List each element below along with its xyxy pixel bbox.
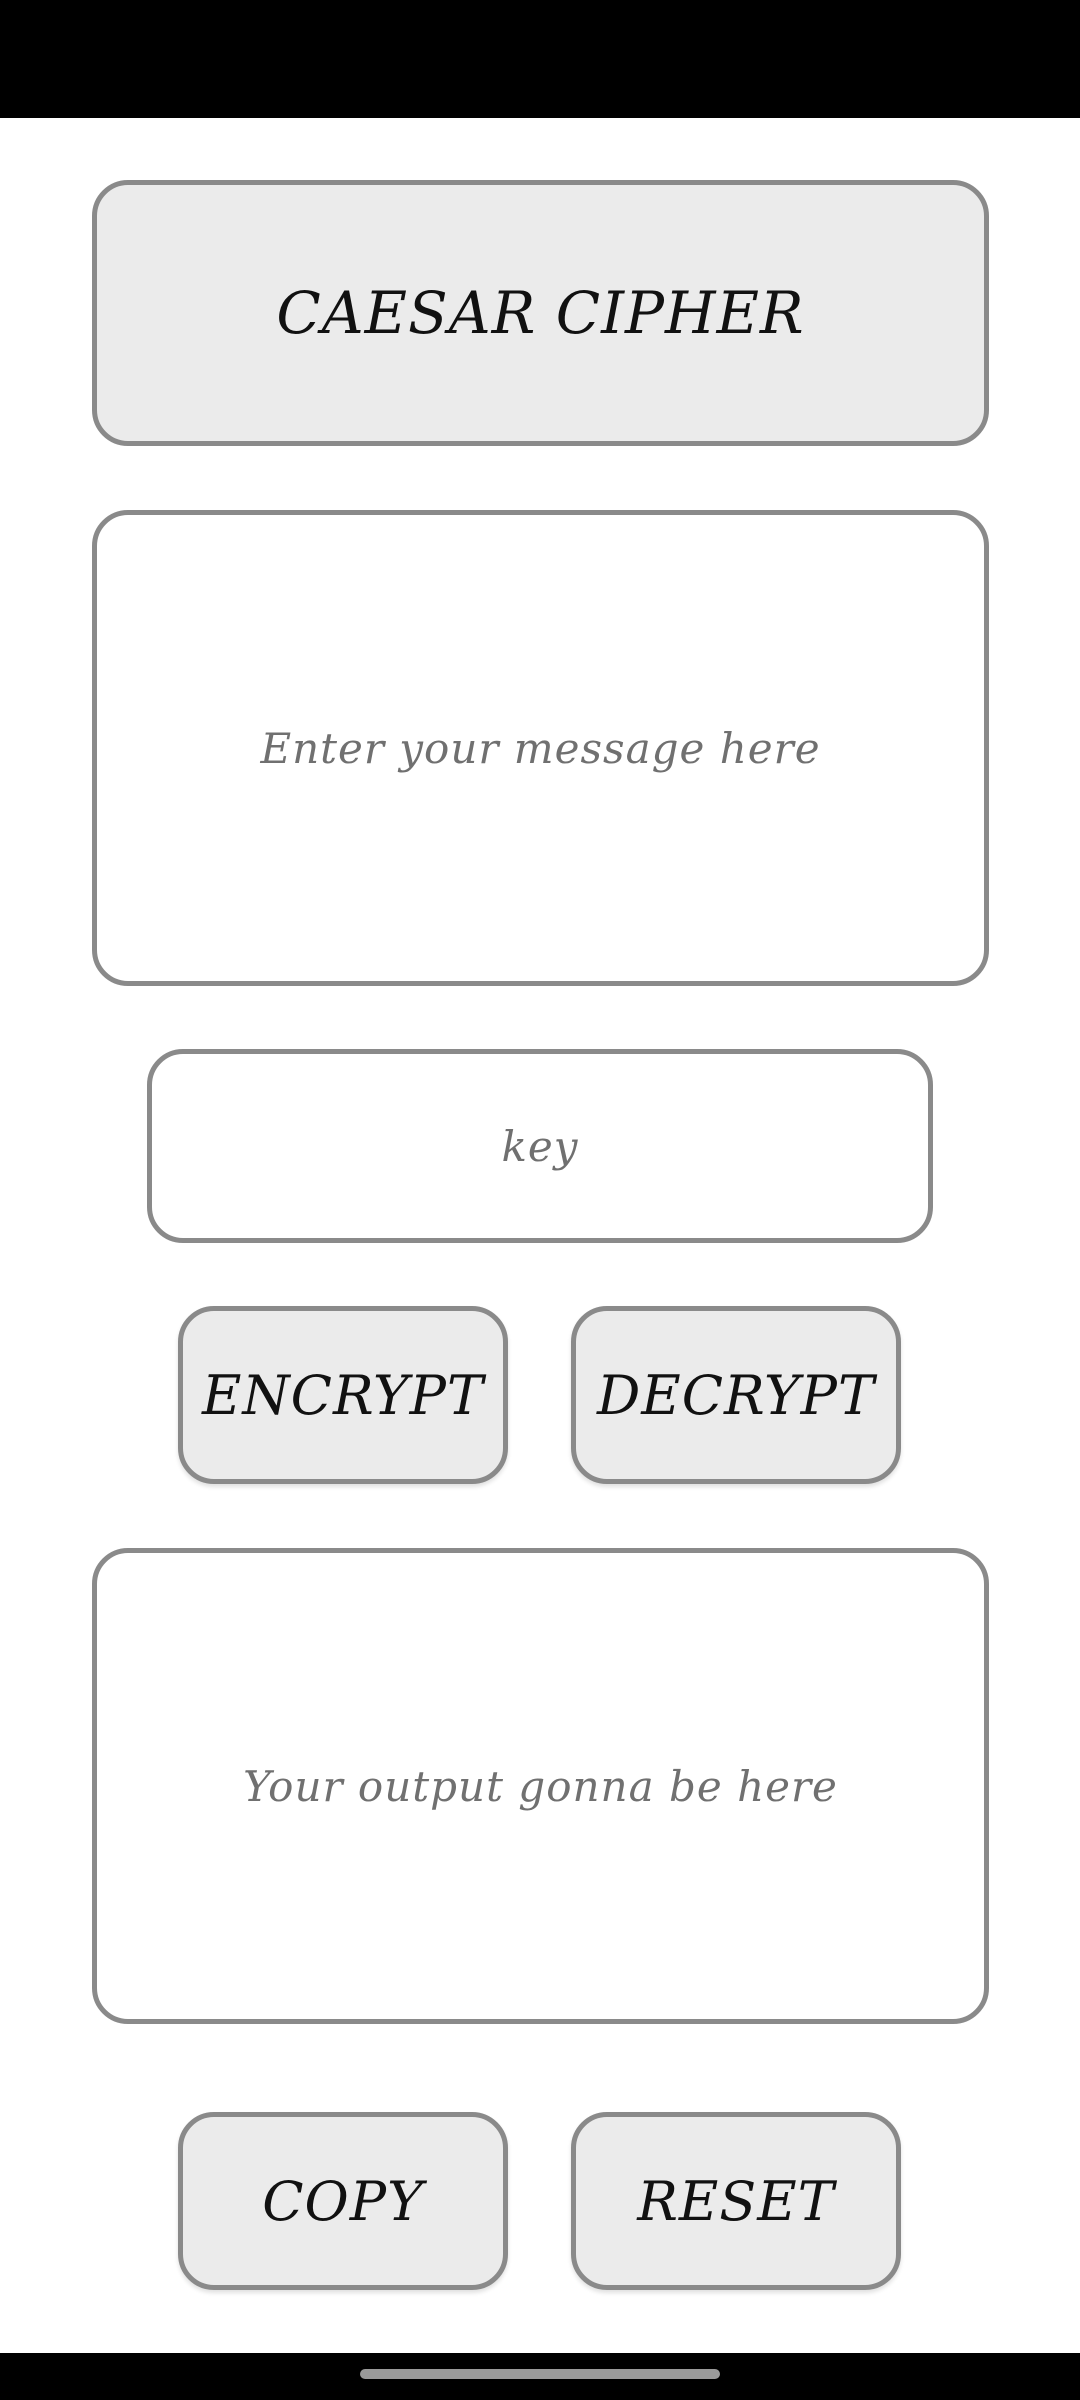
key-input[interactable]: key <box>501 1122 578 1171</box>
navigation-bar <box>0 2353 1080 2400</box>
home-indicator[interactable] <box>360 2369 720 2379</box>
app-title: CAESAR CIPHER <box>276 279 805 347</box>
status-bar <box>0 0 1080 118</box>
output-text: Your output gonna be here <box>243 1761 838 1811</box>
message-input-box[interactable]: Enter your message here <box>92 510 989 986</box>
title-card: CAESAR CIPHER <box>92 180 989 446</box>
key-input-box[interactable]: key <box>147 1049 933 1243</box>
decrypt-button[interactable]: DECRYPT <box>571 1306 901 1484</box>
encrypt-button-label: ENCRYPT <box>202 1363 484 1427</box>
copy-button-label: COPY <box>262 2169 424 2233</box>
copy-button[interactable]: COPY <box>178 2112 508 2290</box>
decrypt-button-label: DECRYPT <box>596 1363 876 1427</box>
message-input[interactable]: Enter your message here <box>260 724 820 773</box>
reset-button-label: RESET <box>637 2169 835 2233</box>
output-box: Your output gonna be here <box>92 1548 989 2024</box>
encrypt-button[interactable]: ENCRYPT <box>178 1306 508 1484</box>
reset-button[interactable]: RESET <box>571 2112 901 2290</box>
